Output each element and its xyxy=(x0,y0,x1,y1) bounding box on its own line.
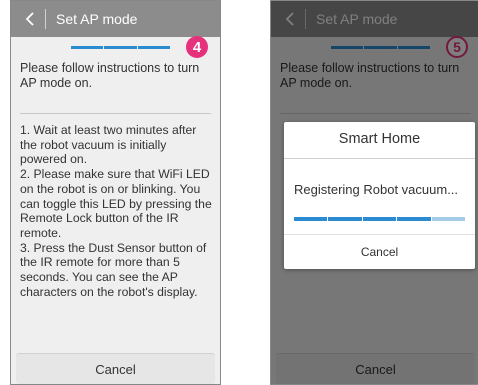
progress-segment xyxy=(431,217,466,221)
progress-segment xyxy=(328,217,362,221)
title-separator xyxy=(45,9,46,29)
dialog-message: Registering Robot vacuum... xyxy=(294,182,459,197)
instructions-text: 1. Wait at least two minutes after the r… xyxy=(20,123,216,299)
progress-segment xyxy=(71,46,104,49)
dialog-cancel-button[interactable]: Cancel xyxy=(284,235,475,269)
step-badge: 4 xyxy=(186,36,208,58)
progress-segment xyxy=(104,46,137,49)
dialog-progress-bar xyxy=(294,217,466,221)
cancel-button[interactable]: Cancel xyxy=(16,353,215,384)
registering-dialog: Smart Home Registering Robot vacuum... C… xyxy=(284,122,475,269)
chevron-left-icon xyxy=(25,12,34,26)
dialog-divider xyxy=(284,158,475,159)
intro-text: Please follow instructions to turn AP mo… xyxy=(20,61,200,90)
back-button[interactable] xyxy=(19,8,41,30)
divider xyxy=(20,113,211,114)
title-bar: Set AP mode xyxy=(11,1,220,37)
page-title: Set AP mode xyxy=(56,11,138,27)
progress-segment xyxy=(294,217,328,221)
instructions-body: 1. Wait at least two minutes after the r… xyxy=(20,123,212,299)
progress-segment xyxy=(362,217,397,221)
progress-segment xyxy=(137,46,170,49)
dialog-title: Smart Home xyxy=(338,131,421,147)
phone-screen-step-5: Set AP mode 5 Please follow instructions… xyxy=(270,0,478,385)
phone-screen-step-4: Set AP mode 4 Please follow instructions… xyxy=(10,0,221,385)
step-progress xyxy=(71,46,170,49)
progress-segment xyxy=(397,217,431,221)
